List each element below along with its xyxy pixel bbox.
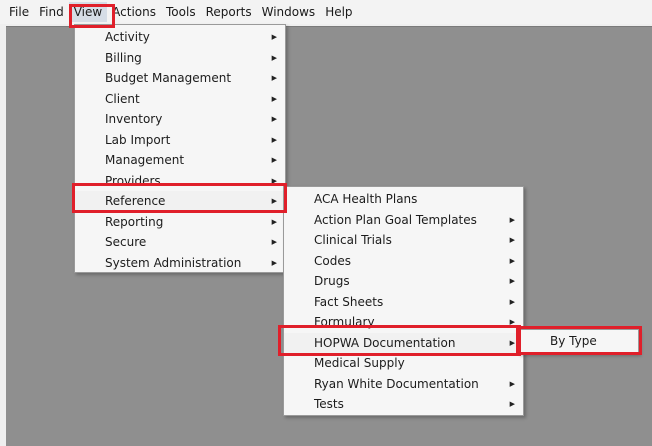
- menu-item-label: Client: [105, 91, 140, 106]
- reference-item-formulary[interactable]: Formulary ▶: [284, 312, 523, 333]
- reference-item-fact-sheets[interactable]: Fact Sheets ▶: [284, 292, 523, 313]
- menu-item-label: Formulary: [314, 315, 375, 329]
- submenu-arrow-icon: ▶: [509, 297, 515, 306]
- menu-item-label: ACA Health Plans: [314, 192, 418, 206]
- view-menu-item-lab-import[interactable]: Lab Import ▶: [75, 130, 285, 151]
- submenu-arrow-icon: ▶: [509, 318, 515, 326]
- menu-help[interactable]: Help: [320, 2, 357, 22]
- menu-item-label: Fact Sheets: [314, 294, 384, 309]
- submenu-arrow-icon: ▶: [271, 197, 277, 205]
- reference-item-clinical-trials[interactable]: Clinical Trials ▶: [284, 230, 523, 251]
- view-menu-item-budget-management[interactable]: Budget Management ▶: [75, 68, 285, 89]
- reference-item-medical-supply[interactable]: Medical Supply: [284, 353, 523, 374]
- hopwa-item-by-type[interactable]: By Type: [519, 330, 638, 353]
- menu-item-label: Action Plan Goal Templates: [314, 212, 477, 227]
- submenu-arrow-icon: ▶: [271, 74, 277, 82]
- reference-item-action-plan-goal-templates[interactable]: Action Plan Goal Templates ▶: [284, 210, 523, 231]
- view-menu-item-providers[interactable]: Providers ▶: [75, 171, 285, 192]
- reference-item-drugs[interactable]: Drugs ▶: [284, 271, 523, 292]
- view-menu-item-client[interactable]: Client ▶: [75, 89, 285, 110]
- submenu-arrow-icon: ▶: [271, 115, 277, 123]
- hopwa-submenu: By Type: [518, 329, 639, 354]
- menu-item-label: Reporting: [105, 214, 164, 229]
- reference-item-tests[interactable]: Tests ▶: [284, 394, 523, 415]
- menu-actions[interactable]: Actions: [107, 2, 161, 22]
- menu-find[interactable]: Find: [34, 2, 69, 22]
- menu-item-label: Clinical Trials: [314, 233, 392, 247]
- menu-item-label: Tests: [314, 397, 344, 411]
- view-menu-item-system-administration[interactable]: System Administration ▶: [75, 253, 285, 274]
- reference-item-aca-health-plans[interactable]: ACA Health Plans: [284, 189, 523, 210]
- menu-item-label: Ryan White Documentation: [314, 376, 479, 391]
- menu-item-label: Reference: [105, 194, 166, 208]
- reference-submenu: ACA Health Plans Action Plan Goal Templa…: [283, 186, 524, 416]
- menu-bar: File Find View Actions Tools Reports Win…: [0, 0, 652, 24]
- submenu-arrow-icon: ▶: [509, 400, 515, 408]
- view-menu-item-management[interactable]: Management ▶: [75, 150, 285, 171]
- submenu-arrow-icon: ▶: [509, 277, 515, 285]
- menu-item-label: Codes: [314, 253, 351, 268]
- view-menu-item-secure[interactable]: Secure ▶: [75, 232, 285, 253]
- reference-item-codes[interactable]: Codes ▶: [284, 251, 523, 272]
- submenu-arrow-icon: ▶: [509, 379, 515, 388]
- submenu-arrow-icon: ▶: [509, 338, 515, 347]
- submenu-arrow-icon: ▶: [271, 33, 277, 41]
- view-menu-item-activity[interactable]: Activity ▶: [75, 27, 285, 48]
- submenu-arrow-icon: ▶: [271, 217, 277, 226]
- submenu-arrow-icon: ▶: [271, 135, 277, 144]
- menu-tools[interactable]: Tools: [161, 2, 201, 22]
- menu-item-label: HOPWA Documentation: [314, 335, 456, 350]
- reference-item-ryan-white-documentation[interactable]: Ryan White Documentation ▶: [284, 374, 523, 395]
- view-menu-item-billing[interactable]: Billing ▶: [75, 48, 285, 69]
- menu-reports[interactable]: Reports: [201, 2, 257, 22]
- submenu-arrow-icon: ▶: [509, 215, 515, 224]
- view-menu-item-reference[interactable]: Reference ▶: [75, 191, 285, 212]
- menu-file[interactable]: File: [4, 2, 34, 22]
- view-dropdown-menu: Activity ▶ Billing ▶ Budget Management ▶ Cl…: [74, 24, 286, 273]
- view-menu-item-inventory[interactable]: Inventory ▶: [75, 109, 285, 130]
- submenu-arrow-icon: ▶: [509, 236, 515, 244]
- menu-windows[interactable]: Windows: [257, 2, 321, 22]
- submenu-arrow-icon: ▶: [271, 176, 277, 185]
- menu-item-label: Billing: [105, 50, 142, 65]
- menu-view[interactable]: View: [68, 2, 108, 22]
- menu-item-label: Activity: [105, 30, 150, 44]
- submenu-arrow-icon: ▶: [271, 156, 277, 164]
- menu-item-label: Inventory: [105, 112, 163, 126]
- menu-item-label: By Type: [550, 334, 597, 348]
- submenu-arrow-icon: ▶: [509, 256, 515, 265]
- menu-item-label: System Administration: [105, 255, 242, 270]
- menu-item-label: Budget Management: [105, 71, 232, 85]
- submenu-arrow-icon: ▶: [271, 53, 277, 62]
- menu-item-label: Secure: [105, 235, 147, 249]
- menu-item-label: Management: [105, 153, 185, 167]
- menu-item-label: Providers: [105, 173, 161, 188]
- submenu-arrow-icon: ▶: [271, 94, 277, 103]
- submenu-arrow-icon: ▶: [271, 258, 277, 267]
- view-menu-item-reporting[interactable]: Reporting ▶: [75, 212, 285, 233]
- menu-item-label: Medical Supply: [314, 356, 405, 370]
- menu-item-label: Lab Import: [105, 132, 171, 147]
- submenu-arrow-icon: ▶: [271, 238, 277, 246]
- menu-item-label: Drugs: [314, 274, 350, 288]
- reference-item-hopwa-documentation[interactable]: HOPWA Documentation ▶: [284, 332, 523, 353]
